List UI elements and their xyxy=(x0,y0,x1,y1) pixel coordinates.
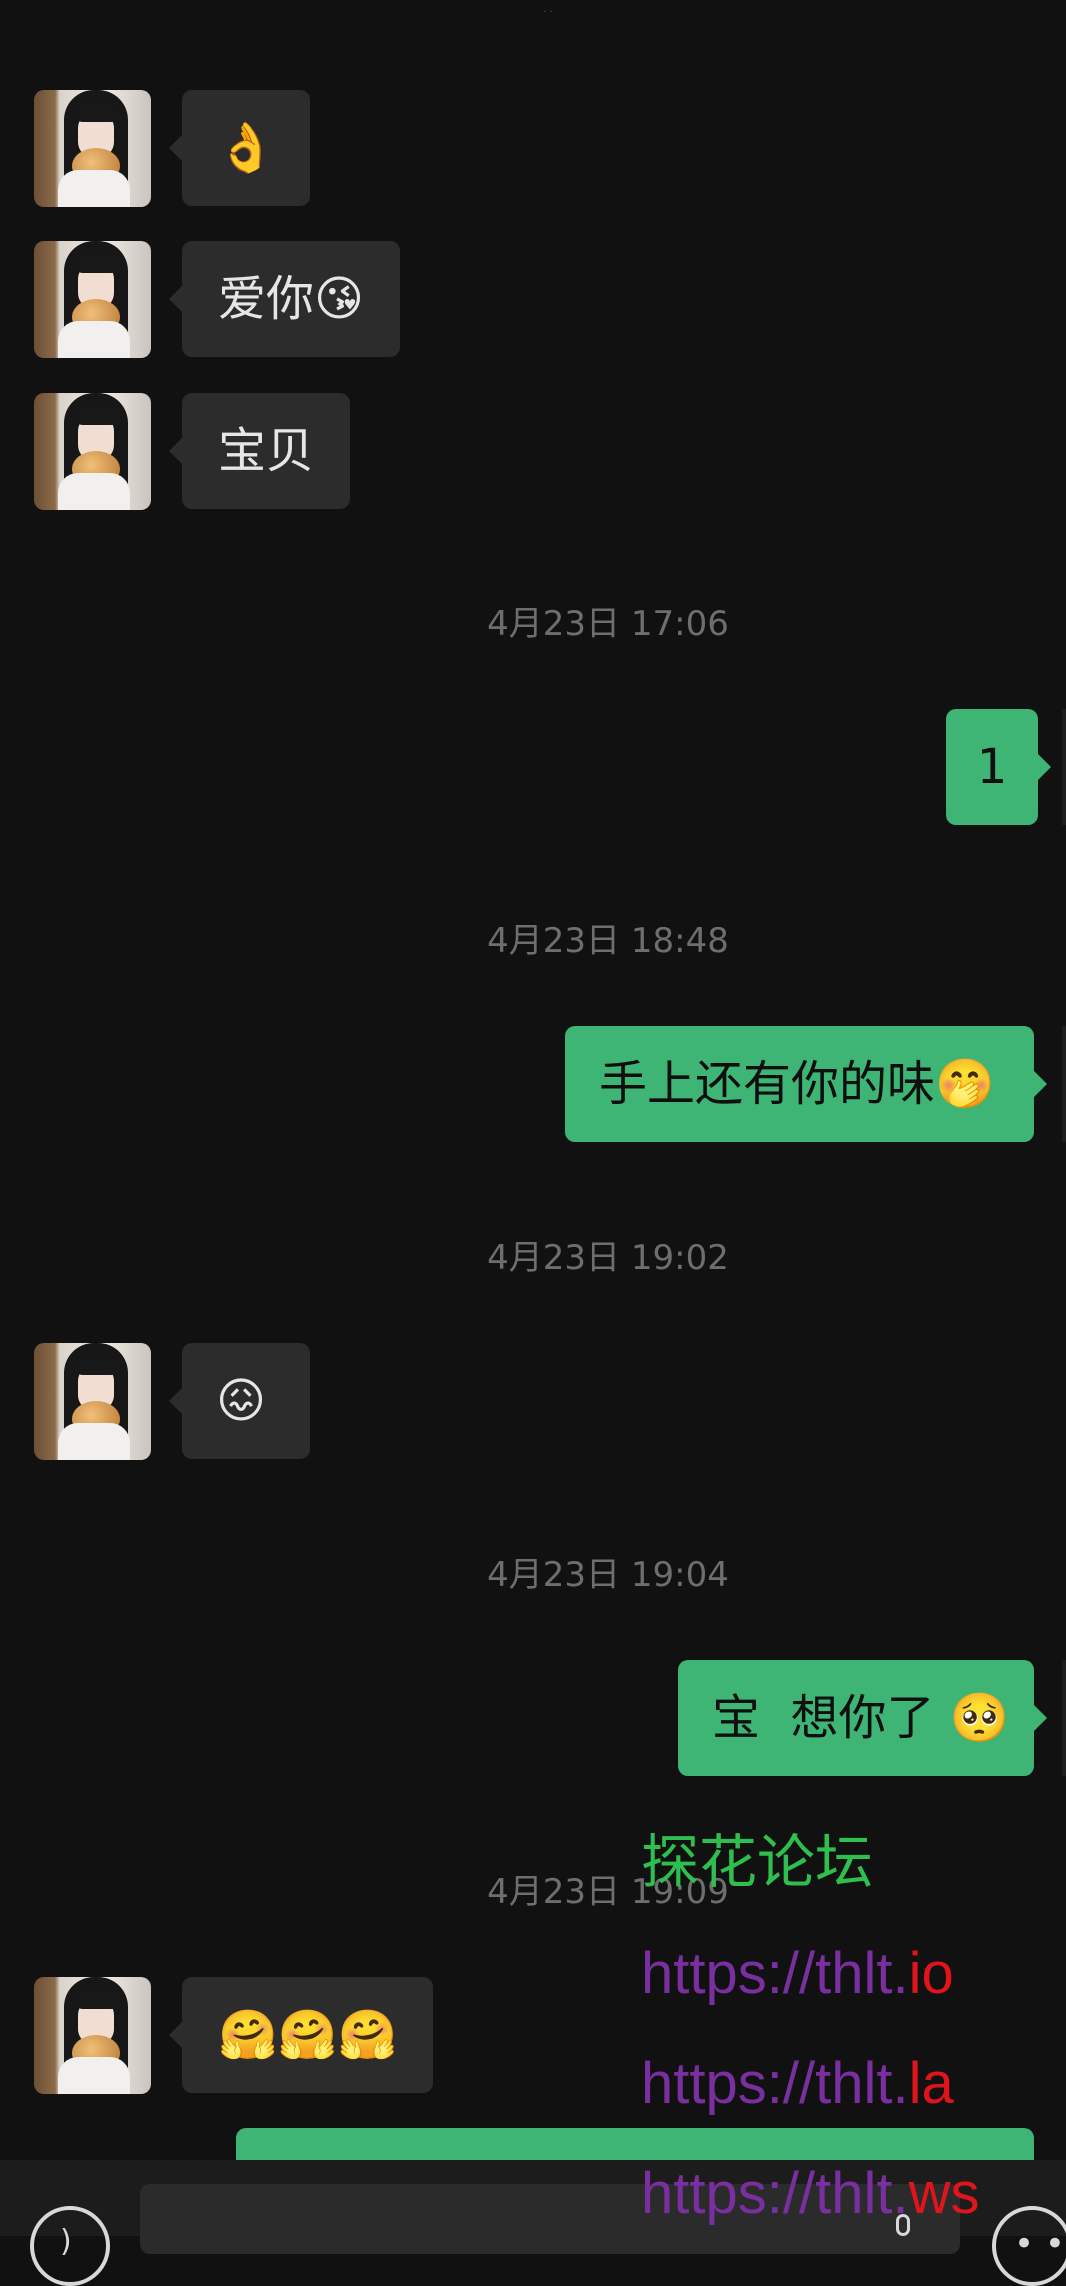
avatar-edge xyxy=(1062,1026,1066,1142)
received-message-bubble[interactable]: 爱你😘 xyxy=(168,241,401,357)
watermark-link-base: https://thlt. xyxy=(641,2051,909,2116)
watermark-link-tld: ws xyxy=(908,2161,980,2226)
received-message-bubble[interactable]: 宝贝 xyxy=(168,393,351,509)
message-timestamp: 4月23日 18:48 xyxy=(487,921,729,961)
avatar-edge xyxy=(1062,1660,1066,1776)
emoji-icon[interactable]: • • xyxy=(992,2206,1066,2286)
contact-avatar[interactable] xyxy=(34,393,151,510)
message-timestamp: 4月23日 19:04 xyxy=(487,1555,729,1595)
watermark-link-tld: la xyxy=(908,2051,954,2116)
status-indicator: · · xyxy=(543,7,553,18)
received-message-bubble[interactable]: 👌 xyxy=(169,90,310,206)
message-timestamp: 4月23日 17:06 xyxy=(487,604,729,644)
watermark-link-base: https://thlt. xyxy=(641,2161,909,2226)
voice-icon[interactable]: ) xyxy=(30,2206,110,2286)
watermark-link[interactable]: https://thlt.ws xyxy=(641,2165,979,2223)
watermark-link[interactable]: https://thlt.io xyxy=(641,1945,954,2003)
watermark-link-base: https://thlt. xyxy=(641,1941,909,2006)
avatar-edge xyxy=(1062,709,1066,825)
message-timestamp: 4月23日 19:09 xyxy=(487,1872,729,1912)
contact-avatar[interactable] xyxy=(34,1343,151,1460)
sent-message-bubble[interactable]: 1 xyxy=(946,709,1051,825)
received-message-bubble[interactable]: 🤗🤗🤗 xyxy=(168,1977,434,2093)
message-timestamp: 4月23日 19:02 xyxy=(487,1238,729,1278)
watermark-title: 探花论坛 xyxy=(641,1828,874,1896)
sent-message-bubble[interactable]: 宝 想你了 🥺 xyxy=(678,1660,1047,1776)
received-message-bubble[interactable]: 😖 xyxy=(169,1343,310,1459)
contact-avatar[interactable] xyxy=(34,1977,151,2094)
watermark-link-tld: io xyxy=(908,1941,954,2006)
contact-avatar[interactable] xyxy=(34,90,151,207)
watermark-link[interactable]: https://thlt.la xyxy=(641,2055,954,2113)
contact-avatar[interactable] xyxy=(34,241,151,358)
sent-message-bubble[interactable]: 手上还有你的味🤭 xyxy=(565,1026,1047,1142)
